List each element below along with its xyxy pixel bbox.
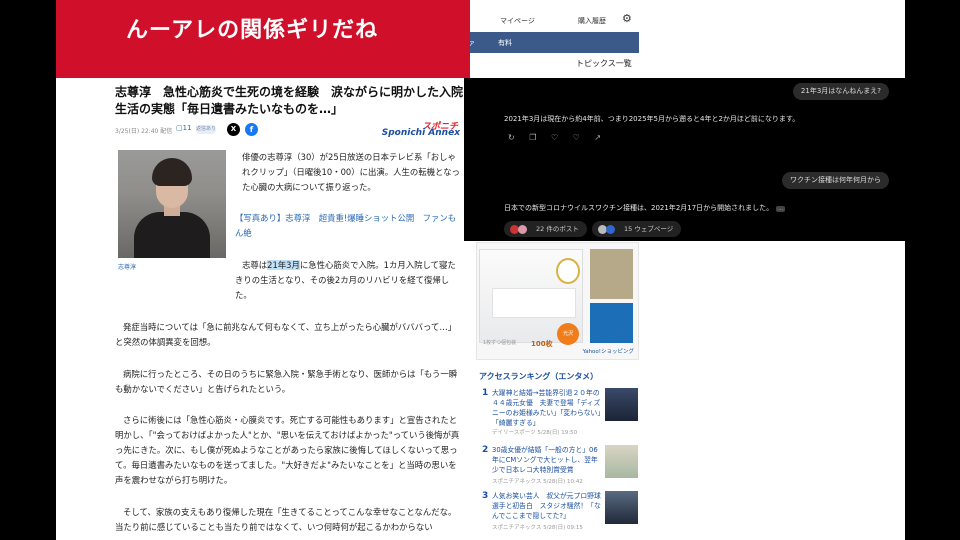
article-meta: 3/25(日) 22:40 配信 (115, 128, 173, 135)
purchase-history-link[interactable]: 購入履歴 (578, 16, 606, 26)
ad-small-text: 1枚ずつ個包装 (483, 340, 517, 346)
ranking-thumbnail (605, 445, 638, 478)
x-share-icon[interactable]: X (227, 123, 240, 136)
assistant-answer-2: 日本での新型コロナウイルスワクチン接種は、2021年2月17日から開始されました… (504, 204, 786, 212)
assistant-answer-1: 2021年3月は現在から約4年前、つまり2025年5月から遡ると4年と2か月ほど… (504, 115, 800, 123)
webpages-source-button[interactable]: 15 ウェブページ (592, 221, 682, 237)
source-logo-bottom: Sponichi Annex (381, 128, 460, 138)
ranking-thumbnail (605, 491, 638, 524)
article-paragraph-7: そして、家族の支えもあり復帰した現在「生きてることってこんな幸せなことなんだな。… (115, 507, 457, 532)
ad-thumbnail (590, 249, 633, 299)
photo-link[interactable]: 【写真あり】志尊淳 超貴重!爆睡ショット公開 ファンもん絶 (235, 211, 460, 241)
screen: マイページ 購入履歴 ⚙ ァ 有料 トピックス一覧 んーアレの関係ギリだね 志尊… (0, 0, 960, 540)
comment-count[interactable]: ▢11 (176, 124, 192, 132)
ranking-item[interactable]: 1 大躍神と結婚→芸能界引退２０年の４４歳元女優 夫妻で登場「ディズニーのお姫様… (480, 388, 640, 436)
category-nav-bar: ァ 有料 (468, 32, 639, 53)
gear-icon[interactable]: ⚙ (622, 13, 634, 25)
article-paragraph-1: 俳優の志尊淳（30）が25日放送の日本テレビ系「おしゃれクリップ」（日曜後10・… (242, 152, 460, 192)
top-nav: マイページ 購入履歴 ⚙ (470, 10, 640, 32)
ranking-thumbnail (605, 388, 638, 421)
article-headline: 志尊淳 急性心筋炎で生死の境を経験 涙ながらに明かした入院生活の実態「毎日遺書み… (115, 85, 464, 116)
ranking-item[interactable]: 2 30歳女優が結婚「一般の方と」06年にCMソングで大ヒットし、翌年少で日本レ… (480, 445, 640, 485)
source-logo[interactable]: スポニチ Sponichi Annex (366, 119, 460, 139)
caption-banner: んーアレの関係ギリだね (56, 0, 470, 78)
ranking-item[interactable]: 3 人気お笑い芸人 叔父が元プロ野球選手と初告白 スタジオ騒然！「なんでここまで… (480, 491, 640, 531)
comment-badge: 返信あり (196, 125, 217, 134)
user-question-1: 21年3月はなんねんまえ? (792, 83, 889, 100)
article-paragraph-5: 病院に行ったところ、その日のうちに緊急入院・緊急手術となり、医師からは「もう一瞬… (115, 369, 458, 394)
ad-count: 100枚 (531, 340, 553, 348)
user-question-2: ワクチン接種は何年何月から (782, 172, 889, 189)
topics-list-link[interactable]: トピックス一覧 (576, 58, 632, 69)
highlighted-date: 21年3月 (267, 260, 300, 270)
caption-banner-text: んーアレの関係ギリだね (126, 18, 379, 43)
facebook-share-icon[interactable]: f (245, 123, 258, 136)
article-paragraph-3: 志尊は21年3月に急性心筋炎で入院。1カ月入院して寝たきりの生活となり、その後2… (235, 260, 456, 300)
ai-chat-overlay: 21年3月はなんねんまえ? 2021年3月は現在から約4年前、つまり2025年5… (464, 78, 906, 241)
photo-caption: 志尊淳 (118, 264, 137, 271)
article-paragraph-6: さらに術後には「急性心筋炎・心膜炎です。死亡する可能性もあります」と宣告されたと… (115, 415, 460, 485)
ranking-title: アクセスランキング（エンタメ） (479, 372, 599, 381)
shopping-ad[interactable]: 光沢 1枚ずつ個包装 100枚 Yahoo!ショッピング (476, 242, 639, 360)
nav-item-paid[interactable]: 有料 (498, 38, 512, 48)
yahoo-shopping-label: Yahoo!ショッピング (582, 349, 634, 355)
avatar-icon (518, 225, 527, 234)
mypage-link[interactable]: マイページ (500, 16, 535, 26)
more-icon[interactable]: … (776, 206, 786, 212)
ad-badge: 光沢 (557, 323, 579, 345)
article-photo[interactable] (118, 150, 226, 258)
comment-count-value: 11 (182, 124, 192, 132)
answer-actions[interactable]: ↻ ❐ ♡ ♡ ↗ (508, 133, 607, 142)
ad-thumbnail (590, 303, 633, 343)
article-paragraph-4: 発症当時については「急に前兆なんて何もなくて、立ち上がったら心臓がバババって…」… (115, 322, 457, 347)
site-icon (606, 225, 615, 234)
posts-source-button[interactable]: 22 件のポスト (504, 221, 587, 237)
